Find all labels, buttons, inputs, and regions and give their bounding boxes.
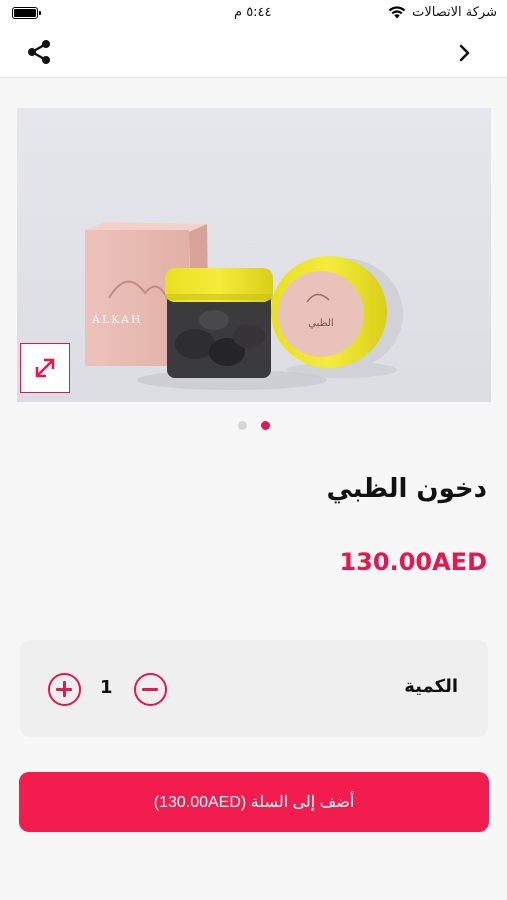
expand-image-button[interactable] xyxy=(20,343,70,393)
gallery-pager xyxy=(238,421,270,430)
lid-label-text: الظبي xyxy=(308,318,333,329)
product-title: دخون الظبي xyxy=(326,474,487,504)
chevron-right-icon[interactable] xyxy=(457,42,473,64)
product-photo: ALKAH الظبي xyxy=(17,108,491,402)
pager-dot[interactable] xyxy=(238,421,247,430)
box-logo-text: ALKAH xyxy=(91,313,143,326)
status-time: ٥:٤٤ م xyxy=(234,5,272,20)
quantity-label: الكمية xyxy=(404,676,458,697)
share-icon[interactable] xyxy=(26,38,54,66)
status-bar: شركة الاتصالات ٥:٤٤ م xyxy=(0,0,507,30)
expand-icon xyxy=(35,358,55,378)
minus-circle-icon[interactable] xyxy=(134,673,167,706)
add-to-cart-button[interactable]: أضف إلى السلة (130.00AED) xyxy=(19,772,489,832)
pager-dot-active[interactable] xyxy=(261,421,270,430)
nav-bar xyxy=(0,30,507,78)
product-price: 130.00AED xyxy=(339,548,487,576)
quantity-value: 1 xyxy=(100,677,113,698)
carrier-status: شركة الاتصالات xyxy=(388,5,497,20)
carrier-name: شركة الاتصالات xyxy=(412,5,497,20)
wifi-icon xyxy=(388,6,406,19)
quantity-card: الكمية 1 xyxy=(20,640,488,737)
product-image[interactable]: ALKAH الظبي xyxy=(17,108,491,402)
battery-icon xyxy=(12,7,41,19)
plus-circle-icon[interactable] xyxy=(48,673,81,706)
